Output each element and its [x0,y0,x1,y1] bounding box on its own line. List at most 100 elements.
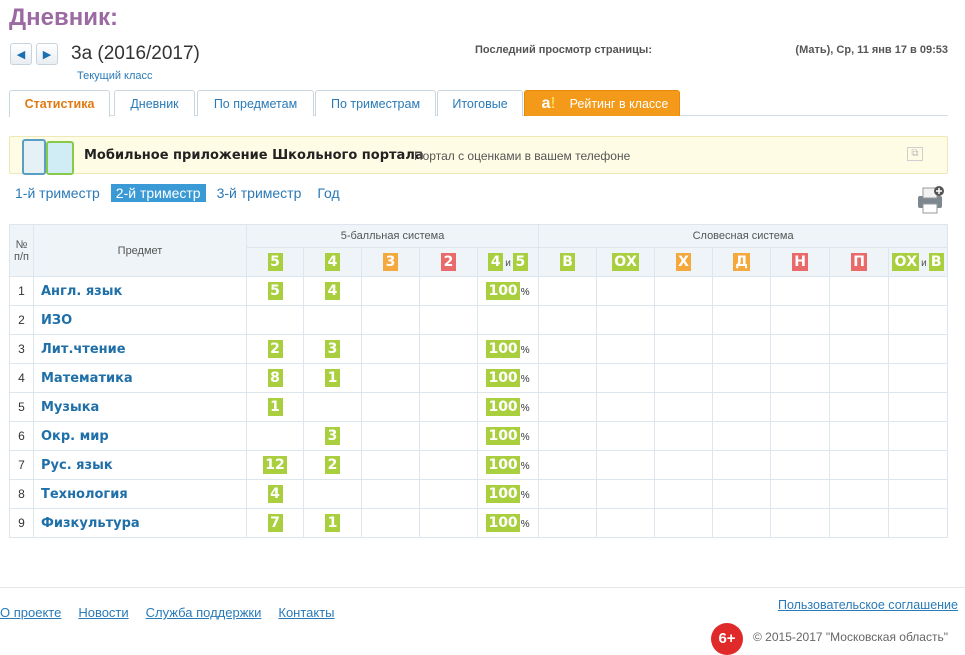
term-1[interactable]: 1-й триместр [10,184,105,202]
count-5: 5 [267,282,283,300]
count-2-cell [419,508,478,538]
rating-logo-letter: a [541,94,551,112]
count-3-cell [361,450,420,480]
mark-3-header: 3 [383,253,398,271]
tab-diary[interactable]: Дневник [114,90,195,116]
count-5: 4 [267,485,283,503]
quality-percent: 100 [486,340,520,358]
count-5-cell: 8 [246,363,304,393]
count-3-cell [361,392,420,422]
column-subject-header: Предмет [33,224,247,277]
table-row: 3 Лит.чтение 2 3 100% [9,334,949,364]
table-row: 6 Окр. мир 3 100% [9,421,949,451]
phone-icon [46,141,74,175]
quality-percent-cell: 100% [476,508,540,538]
quality-percent-cell: 100% [476,479,540,509]
count-4-cell [303,392,362,422]
tab-by-terms[interactable]: По триместрам [315,90,436,116]
tab-bar: Статистика Дневник По предметам По триме… [9,90,948,117]
count-5-cell: 5 [246,276,304,306]
subject-link[interactable]: Математика [33,363,247,393]
count-5: 12 [263,456,287,474]
class-subtitle: Текущий класс [77,70,153,82]
quality-percent-cell: 100% [476,421,540,451]
subject-link[interactable]: Окр. мир [33,421,247,451]
tab-rating[interactable]: a! Рейтинг в классе [524,90,680,116]
term-year[interactable]: Год [312,184,344,202]
quality-percent: 100 [486,427,520,445]
mobile-app-banner[interactable]: Мобильное приложение Школьного портала П… [9,136,948,175]
footer-link-about[interactable]: О проекте [0,605,61,620]
tab-by-subjects[interactable]: По предметам [197,90,314,116]
arrow-right-icon: ▶ [42,48,52,61]
column-num-header: № п/п [9,224,34,277]
tab-statistics[interactable]: Статистика [9,90,110,117]
table-row: 2 ИЗО [9,305,949,335]
table-row: 5 Музыка 1 100% [9,392,949,422]
count-4: 2 [325,456,340,474]
quality-percent: 100 [486,514,520,532]
count-3-cell [361,363,420,393]
count-4: 1 [325,514,340,532]
tab-final[interactable]: Итоговые [437,90,523,116]
count-3-cell [361,421,420,451]
subject-link[interactable]: Лит.чтение [33,334,247,364]
subject-link[interactable]: Физкультура [33,508,247,538]
count-5: 2 [267,340,283,358]
count-4: 4 [325,282,340,300]
verbal-system-header: Словесная система [538,224,949,248]
quality-percent: 100 [486,282,520,300]
row-num: 1 [9,276,34,306]
footer-link-agreement[interactable]: Пользовательское соглашение [778,598,958,612]
count-2-cell [419,450,478,480]
combo-and: и [505,258,511,269]
subject-link[interactable]: Музыка [33,392,247,422]
verbal-n-header: Н [792,253,808,271]
count-3-cell [361,508,420,538]
count-5-cell: 1 [246,392,304,422]
class-navigation: ◀ ▶ [10,43,58,65]
term-2[interactable]: 2-й триместр [110,184,206,202]
term-selector: 1-й триместр 2-й триместр 3-й триместр Г… [10,184,345,202]
count-3-cell [361,305,420,335]
prev-class-button[interactable]: ◀ [10,43,32,65]
percent-sign: % [520,287,530,298]
footer-link-contacts[interactable]: Контакты [278,605,334,620]
combo-and: и [921,258,927,269]
verbal-h-header: Х [676,253,692,271]
row-num: 3 [9,334,34,364]
rating-logo-icon: a! [536,95,562,113]
quality-percent: 100 [486,398,520,416]
count-4: 3 [325,340,340,358]
footer-divider [0,587,965,588]
percent-sign: % [520,519,530,530]
row-num: 4 [9,363,34,393]
five-point-system-header: 5-балльная система [245,224,540,248]
print-icon[interactable] [914,184,948,216]
percent-sign: % [520,345,530,356]
subject-link[interactable]: Рус. язык [33,450,247,480]
verbal-v-combo: В [928,253,944,271]
quality-percent-cell: 100% [476,334,540,364]
footer-link-support[interactable]: Служба поддержки [146,605,262,620]
row-num: 8 [9,479,34,509]
quality-percent: 100 [486,369,520,387]
page-title: Дневник: [9,4,118,31]
subject-link[interactable]: ИЗО [33,305,247,335]
banner-close-icon[interactable]: ⧉ [907,147,923,161]
next-class-button[interactable]: ▶ [36,43,58,65]
footer-link-news[interactable]: Новости [78,605,128,620]
last-view-value: (Мать), Ср, 11 янв 17 в 09:53 [795,44,948,56]
count-2-cell [419,392,478,422]
count-5: 8 [267,369,283,387]
subject-link[interactable]: Англ. язык [33,276,247,306]
row-num: 6 [9,421,34,451]
subject-link[interactable]: Технология [33,479,247,509]
table-row: 4 Математика 8 1 100% [9,363,949,393]
table-row: 8 Технология 4 100% [9,479,949,509]
count-2-cell [419,363,478,393]
term-3[interactable]: 3-й триместр [212,184,307,202]
count-4-cell: 3 [303,421,362,451]
count-2-cell [419,421,478,451]
count-2-cell [419,305,478,335]
